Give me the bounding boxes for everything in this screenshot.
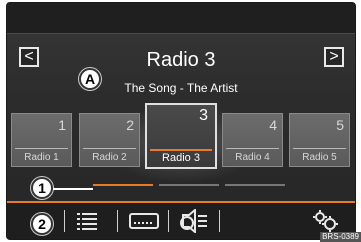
- preset-button-1[interactable]: 1 Radio 1: [11, 113, 72, 167]
- preset-label: Radio 4: [235, 152, 270, 163]
- preset-button-2[interactable]: 2 Radio 2: [79, 113, 140, 167]
- sound-icon[interactable]: [177, 207, 209, 238]
- page-indicator-3: [225, 184, 285, 186]
- keypad-icon[interactable]: [129, 213, 159, 234]
- next-station-button[interactable]: >: [324, 47, 344, 67]
- track-info: The Song - The Artist: [124, 81, 238, 95]
- callout-marker-2: 2: [31, 213, 53, 235]
- preset-number: 3: [199, 107, 208, 124]
- callout-marker-1: 1: [31, 177, 53, 199]
- preset-number: 5: [336, 117, 344, 133]
- infotainment-screen: < Radio 3 > The Song - The Artist A 1 Ra…: [6, 2, 356, 240]
- preset-separator: [83, 148, 136, 149]
- preset-separator: [150, 149, 212, 151]
- station-name: Radio 3: [146, 49, 216, 71]
- preset-separator: [15, 148, 68, 149]
- callout-line-1: [53, 188, 93, 190]
- image-reference: BRS-0389: [320, 232, 361, 242]
- preset-separator: [293, 148, 346, 149]
- list-icon[interactable]: [77, 211, 99, 236]
- page-indicator-1: [93, 184, 153, 186]
- preset-label: Radio 3: [162, 152, 200, 164]
- bottom-divider: [168, 210, 169, 232]
- preset-label: Radio 2: [92, 152, 127, 163]
- preset-number: 4: [269, 117, 277, 133]
- preset-separator: [226, 148, 279, 149]
- preset-label: Radio 5: [302, 152, 337, 163]
- bottom-divider: [219, 210, 220, 232]
- status-bar: [7, 3, 355, 34]
- bottom-divider: [117, 210, 118, 232]
- preset-button-3[interactable]: 3 Radio 3: [145, 103, 217, 169]
- page-indicator-2: [159, 184, 219, 186]
- preset-label: Radio 1: [24, 152, 59, 163]
- preset-number: 2: [126, 117, 134, 133]
- preset-button-4[interactable]: 4 Radio 4: [222, 113, 283, 167]
- callout-marker-a: A: [79, 68, 101, 90]
- preset-number: 1: [58, 117, 66, 133]
- preset-button-5[interactable]: 5 Radio 5: [289, 113, 350, 167]
- bottom-divider: [64, 210, 65, 232]
